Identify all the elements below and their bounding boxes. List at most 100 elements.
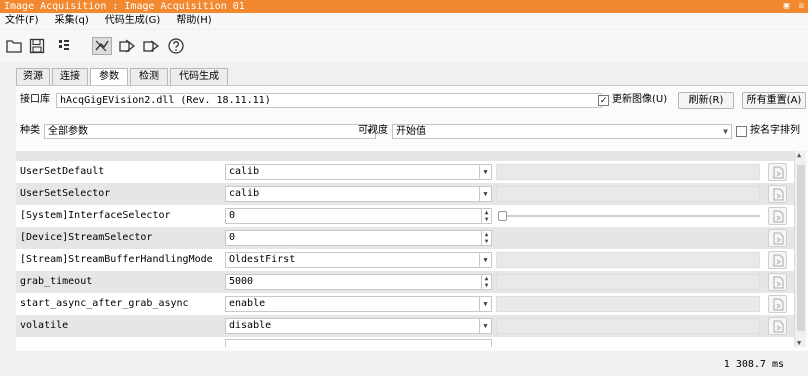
- snap-icon[interactable]: [55, 37, 75, 55]
- sort-by-name-label: 按名字排列: [750, 125, 800, 136]
- param-value-field[interactable]: calib ▼: [225, 186, 492, 202]
- param-name: UserSetSelector: [20, 188, 111, 199]
- update-image-label: 更新图像(U): [612, 94, 668, 105]
- param-extra-field: [496, 274, 760, 290]
- param-name: [System]InterfaceSelector: [20, 210, 171, 221]
- param-name: UserSetDefault: [20, 166, 105, 177]
- param-value-field[interactable]: OldestFirst ▼: [225, 252, 492, 268]
- param-value-field[interactable]: 0 ▲ ▼: [225, 208, 492, 224]
- param-name: grab_timeout: [20, 276, 93, 287]
- status-timing: 1 308.7 ms: [723, 359, 784, 370]
- param-extra-field: [496, 318, 760, 334]
- slider-handle[interactable]: [498, 211, 507, 221]
- spin-arrows-icon[interactable]: ▲ ▼: [481, 209, 491, 223]
- visibility-select[interactable]: 开始值 ▼: [392, 124, 732, 139]
- document-arrow-icon: [773, 210, 784, 223]
- param-value: 0: [229, 232, 236, 243]
- apply-param-button[interactable]: [768, 229, 787, 247]
- param-value: 0: [229, 210, 236, 221]
- visibility-label: 可视度: [358, 125, 388, 136]
- scroll-up-icon[interactable]: ▲: [797, 151, 801, 159]
- param-value-field[interactable]: 0 ▲ ▼: [225, 230, 492, 246]
- document-arrow-icon: [773, 298, 784, 311]
- menu-file[interactable]: 文件(F): [0, 13, 44, 29]
- menu-acquire[interactable]: 采集(q): [50, 13, 94, 29]
- refresh-button[interactable]: 刷新(R): [678, 92, 734, 109]
- param-value-field[interactable]: calib ▼: [225, 164, 492, 180]
- table-row: [System]InterfaceSelector 0 ▲ ▼: [16, 205, 794, 227]
- param-extra-field: [496, 186, 760, 202]
- chevron-down-icon[interactable]: ▼: [479, 297, 491, 311]
- status-bar: 1 308.7 ms: [0, 352, 808, 376]
- interface-label: 接口库: [20, 94, 50, 105]
- param-extra-field: [496, 296, 760, 312]
- param-value[interactable]: [225, 339, 492, 347]
- scroll-down-icon[interactable]: ▼: [797, 339, 801, 347]
- category-select[interactable]: 全部参数 ▼: [44, 124, 376, 139]
- grab-icon[interactable]: [141, 37, 161, 55]
- chevron-down-icon[interactable]: ▼: [479, 165, 491, 179]
- sort-by-name-checkbox[interactable]: [736, 126, 747, 137]
- chevron-down-icon[interactable]: ▼: [479, 253, 491, 267]
- update-image-checkbox[interactable]: ✓: [598, 95, 609, 106]
- save-icon[interactable]: [27, 37, 47, 55]
- table-row: [Device]StreamSelector 0 ▲ ▼: [16, 227, 794, 249]
- spin-arrows-icon[interactable]: ▲ ▼: [481, 275, 491, 289]
- param-extra-field: [496, 252, 760, 268]
- apply-param-button[interactable]: [768, 207, 787, 225]
- document-arrow-icon: [773, 188, 784, 201]
- category-label: 种类: [20, 125, 40, 136]
- title-bar: Image Acquisition : Image Acquisition 01…: [0, 0, 808, 13]
- param-value-field[interactable]: 5000 ▲ ▼: [225, 274, 492, 290]
- param-name: [Device]StreamSelector: [20, 232, 153, 243]
- param-value: calib: [229, 188, 260, 199]
- tab-codegen[interactable]: 代码生成: [170, 68, 228, 85]
- tab-detect[interactable]: 检测: [130, 68, 168, 85]
- tab-resources[interactable]: 资源: [16, 68, 50, 85]
- connect-icon[interactable]: [117, 37, 137, 55]
- param-value-field[interactable]: enable ▼: [225, 296, 492, 312]
- table-row-partial-bottom: [16, 337, 794, 347]
- tab-connection[interactable]: 连接: [52, 68, 88, 85]
- table-row: [Stream]StreamBufferHandlingMode OldestFi…: [16, 249, 794, 271]
- document-arrow-icon: [773, 320, 784, 333]
- reset-all-button[interactable]: 所有重置(A): [742, 92, 806, 109]
- menu-help[interactable]: 帮助(H): [171, 13, 216, 29]
- apply-param-button[interactable]: [768, 317, 787, 335]
- table-row: UserSetSelector calib ▼: [16, 183, 794, 205]
- table-row: volatile disable ▼: [16, 315, 794, 337]
- chevron-down-icon[interactable]: ▼: [479, 187, 491, 201]
- chevron-down-icon: ▼: [723, 127, 728, 136]
- chevron-down-icon[interactable]: ▼: [479, 319, 491, 333]
- apply-param-button[interactable]: [768, 185, 787, 203]
- document-arrow-icon: [773, 232, 784, 245]
- apply-param-button[interactable]: [768, 273, 787, 291]
- apply-param-button[interactable]: [768, 295, 787, 313]
- menu-codegen[interactable]: 代码生成(G): [100, 13, 166, 29]
- window-controls[interactable]: ▣ ☒: [784, 0, 806, 13]
- toolbar: [0, 30, 808, 62]
- vertical-scrollbar[interactable]: ▲ ▼: [794, 151, 806, 347]
- parameter-grid: UserSetDefault calib ▼ UserSetSelector calib…: [16, 151, 794, 347]
- apply-param-button[interactable]: [768, 251, 787, 269]
- param-name: volatile: [20, 320, 69, 331]
- live-icon[interactable]: [92, 37, 112, 55]
- category-value: 全部参数: [48, 126, 88, 137]
- interface-library-field[interactable]: hAcqGigEVision2.dll (Rev. 18.11.11): [56, 93, 602, 108]
- table-row: grab_timeout 5000 ▲ ▼: [16, 271, 794, 293]
- tab-parameters[interactable]: 参数: [90, 68, 128, 86]
- table-row: UserSetDefault calib ▼: [16, 161, 794, 183]
- table-row: start_async_after_grab_async enable ▼: [16, 293, 794, 315]
- table-row-partial-top: [16, 151, 794, 161]
- scrollbar-thumb[interactable]: [797, 165, 805, 331]
- apply-param-button[interactable]: [768, 163, 787, 181]
- param-value: enable: [229, 298, 266, 309]
- param-slider[interactable]: [498, 211, 760, 221]
- spin-arrows-icon[interactable]: ▲ ▼: [481, 231, 491, 245]
- param-value: 5000: [229, 276, 254, 287]
- help-icon[interactable]: [166, 37, 186, 55]
- document-arrow-icon: [773, 276, 784, 289]
- param-value-field[interactable]: disable ▼: [225, 318, 492, 334]
- param-value: calib: [229, 166, 260, 177]
- folder-open-icon[interactable]: [4, 37, 24, 55]
